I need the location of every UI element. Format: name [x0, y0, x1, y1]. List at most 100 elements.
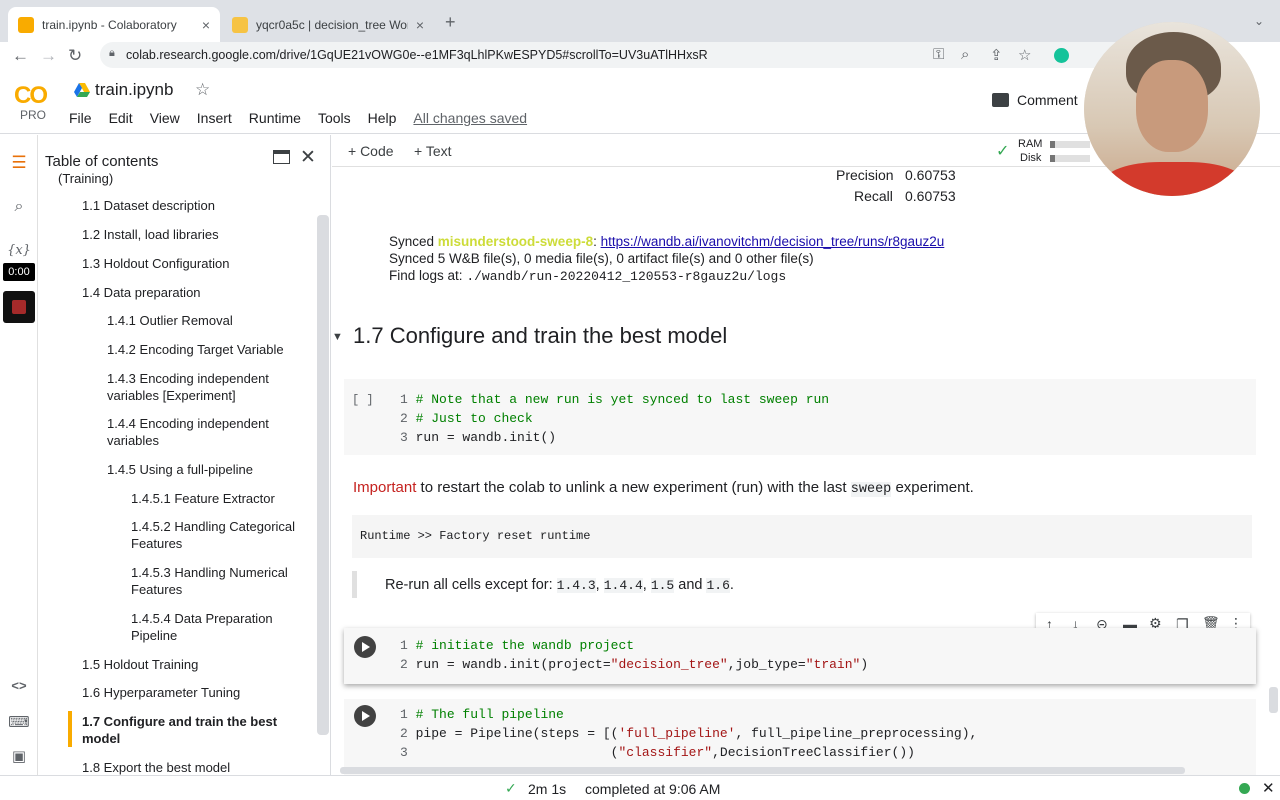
quote-end: . [729, 577, 734, 593]
toc-item[interactable]: 1.4.5 Using a full-pipeline [107, 461, 253, 478]
toc-icon[interactable]: ☰ [0, 153, 38, 173]
close-panel-icon[interactable]: ✕ [300, 146, 316, 169]
run-cell-button[interactable] [354, 636, 376, 658]
code-line: 3 run = wandb.init() [400, 430, 556, 445]
colab-logo[interactable]: CO [14, 82, 48, 110]
tab-close-icon[interactable]: × [416, 17, 424, 33]
toc-item[interactable]: 1.2 Install, load libraries [82, 226, 219, 243]
line-number: 1 [400, 707, 408, 722]
presenter-face [1136, 60, 1208, 152]
recording-timer: 0:00 [3, 263, 35, 281]
cell-prompt[interactable]: [ ] [352, 393, 374, 407]
save-status[interactable]: All changes saved [413, 110, 527, 126]
code-snippets-icon[interactable]: <> [0, 678, 38, 693]
run-link[interactable]: https://wandb.ai/ivanovitchm/decision_tr… [601, 234, 945, 249]
open-in-tab-icon[interactable] [273, 150, 290, 164]
terminal-icon[interactable]: ▣ [0, 747, 38, 765]
stop-recording-button[interactable] [3, 291, 35, 323]
important-word: Important [353, 479, 417, 496]
toc-item[interactable]: 1.6 Hyperparameter Tuning [82, 684, 240, 701]
line-number: 3 [400, 745, 408, 760]
toc-item[interactable]: 1.4.5.2 Handling Categorical Features [131, 518, 311, 552]
horizontal-scrollbar[interactable] [340, 767, 1185, 774]
variables-icon[interactable]: {x} [0, 243, 38, 258]
pro-badge: PRO [20, 108, 47, 122]
comment-button[interactable]: Comment [992, 92, 1078, 108]
collapse-arrow-icon[interactable]: ▼ [332, 331, 343, 343]
code-comment: # Note that a new run is yet synced to l… [415, 392, 830, 407]
notebook-scrollbar[interactable] [1269, 687, 1278, 713]
inline-code: 1.6 [706, 578, 730, 593]
code-text: ( [415, 745, 619, 760]
new-tab-button[interactable]: + [445, 12, 456, 33]
toc-item[interactable]: 1.4.1 Outlier Removal [107, 312, 233, 329]
menu-file[interactable]: File [69, 110, 92, 126]
code-line: 1 # Note that a new run is yet synced to… [400, 392, 829, 407]
recall-label: Recall [854, 188, 893, 204]
command-palette-icon[interactable]: ⌨ [0, 713, 38, 731]
tab-wandb[interactable]: yqcr0a5c | decision_tree Work... × [222, 7, 434, 42]
grammarly-icon[interactable] [1054, 48, 1069, 63]
quote-text: Re-run all cells except for: 1.4.3, 1.4.… [385, 577, 734, 593]
toc-item[interactable]: 1.4.5.1 Feature Extractor [131, 490, 275, 507]
menu-insert[interactable]: Insert [197, 110, 232, 126]
notebook-title[interactable]: train.ipynb [95, 80, 173, 100]
code-text: ,job_type= [727, 657, 806, 672]
toc-item[interactable]: 1.4.5.3 Handling Numerical Features [131, 564, 311, 598]
tab-title: train.ipynb - Colaboratory [42, 17, 177, 32]
toc-scrollbar[interactable] [317, 215, 329, 735]
toc-item[interactable]: 1.5 Holdout Training [82, 656, 198, 673]
toc-item[interactable]: (Training) [58, 170, 113, 187]
reload-icon[interactable]: ↻ [68, 46, 82, 66]
back-icon[interactable]: ← [12, 46, 29, 66]
menu-edit[interactable]: Edit [109, 110, 133, 126]
run-name: misunderstood-sweep-8 [437, 234, 594, 249]
menu-help[interactable]: Help [368, 110, 397, 126]
menu-view[interactable]: View [150, 110, 180, 126]
left-rail: ☰ ⌕ {x} 0:00 <> ⌨ ▣ [0, 135, 38, 775]
code-cell-focused[interactable]: 1 # initiate the wandb project 2 run = w… [344, 628, 1256, 684]
logs-line: Find logs at: ./wandb/run-20220412_12055… [389, 268, 786, 284]
status-dot-icon [1239, 783, 1250, 794]
share-icon[interactable]: ⇪ [990, 46, 1003, 64]
comment-label: Comment [1017, 92, 1078, 108]
toc-item[interactable]: 1.4.3 Encoding independent variables [Ex… [107, 370, 297, 404]
add-text-button[interactable]: + Text [414, 143, 452, 159]
zoom-icon[interactable]: ⌕ [961, 46, 969, 63]
synced-line: Synced misunderstood-sweep-8: https://wa… [389, 234, 945, 249]
code-line: 2 # Just to check [400, 411, 533, 426]
toc-item[interactable]: 1.4 Data preparation [82, 284, 201, 301]
code-cell[interactable]: [ ] 1 # Note that a new run is yet synce… [344, 379, 1256, 455]
search-icon[interactable]: ⌕ [0, 198, 38, 216]
tab-colab[interactable]: train.ipynb - Colaboratory × [8, 7, 220, 42]
line-number: 1 [400, 392, 408, 407]
code-text: pipe = Pipeline(steps = [( [415, 726, 619, 741]
key-icon[interactable]: ⚿ [933, 46, 944, 63]
toc-item[interactable]: 1.4.5.4 Data Preparation Pipeline [131, 610, 311, 644]
menu-tools[interactable]: Tools [318, 110, 351, 126]
tab-close-icon[interactable]: × [202, 17, 210, 33]
code-cell[interactable]: 1 # The full pipeline 2 pipe = Pipeline(… [344, 699, 1256, 775]
code-block: Runtime >> Factory reset runtime [352, 515, 1252, 558]
toc-item[interactable]: 1.8 Export the best model [82, 759, 230, 775]
toc-item[interactable]: 1.3 Holdout Configuration [82, 255, 229, 272]
code-text: ) [860, 657, 869, 672]
menu-runtime[interactable]: Runtime [249, 110, 301, 126]
code-line: 2 run = wandb.init(project="decision_tre… [400, 657, 868, 672]
toc-item[interactable]: 1.4.2 Encoding Target Variable [107, 341, 284, 358]
forward-icon[interactable]: → [40, 46, 57, 66]
toc-item[interactable]: 1.1 Dataset description [82, 197, 215, 214]
code-text: run = wandb.init(project= [415, 657, 611, 672]
close-status-icon[interactable]: ✕ [1262, 779, 1275, 797]
toc-item[interactable]: 1.4.4 Encoding independent variables [107, 415, 297, 449]
toc-item-active[interactable]: 1.7 Configure and train the best model [82, 713, 297, 747]
line-number: 2 [400, 411, 408, 426]
star-icon[interactable]: ☆ [195, 80, 210, 100]
line-number: 2 [400, 657, 408, 672]
run-cell-button[interactable] [354, 705, 376, 727]
important-note: Important to restart the colab to unlink… [353, 479, 974, 497]
add-code-button[interactable]: + Code [348, 143, 394, 159]
notebook-area: + Code + Text ✓ RAM Disk Precision 0.607… [332, 135, 1280, 775]
synced-files: Synced 5 W&B file(s), 0 media file(s), 0… [389, 251, 814, 266]
bookmark-star-icon[interactable]: ☆ [1018, 46, 1031, 64]
